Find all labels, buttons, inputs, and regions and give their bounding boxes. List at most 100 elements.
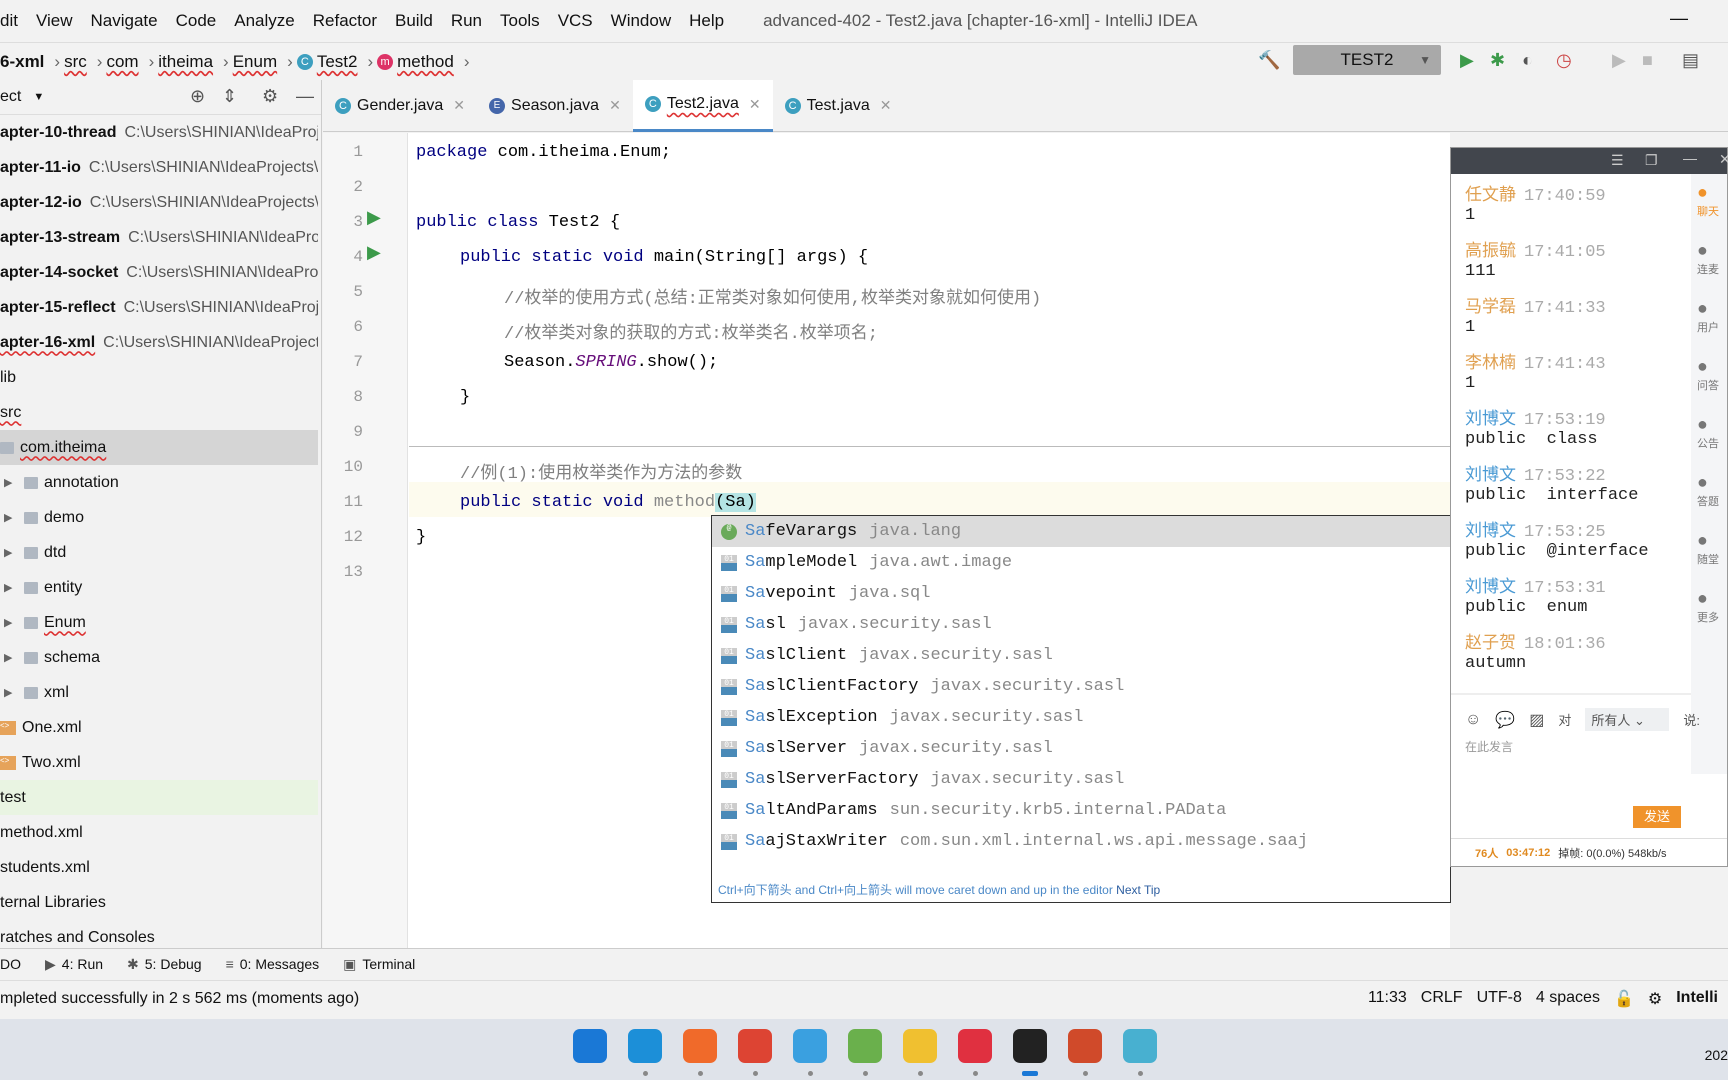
- powerpoint-icon[interactable]: [1068, 1029, 1102, 1063]
- minimize-window-icon[interactable]: —: [1670, 8, 1688, 29]
- minimize-icon[interactable]: —: [296, 86, 314, 107]
- menu-build[interactable]: Build: [386, 11, 442, 31]
- tree-item[interactable]: ▶ demo: [0, 500, 318, 535]
- menu-navigate[interactable]: Navigate: [82, 11, 167, 31]
- tree-item[interactable]: apter-10-thread C:\Users\SHINIAN\IdeaProj: [0, 115, 318, 150]
- menu-code[interactable]: Code: [167, 11, 226, 31]
- expand-arrow-icon[interactable]: ▶: [4, 546, 18, 559]
- tree-item[interactable]: src: [0, 395, 318, 430]
- expand-arrow-icon[interactable]: ▶: [4, 616, 18, 629]
- menu-window[interactable]: Window: [602, 11, 680, 31]
- menu-help[interactable]: Help: [680, 11, 733, 31]
- project-structure-icon[interactable]: ▤: [1682, 50, 1699, 71]
- expand-arrow-icon[interactable]: ▶: [4, 581, 18, 594]
- coverage-icon[interactable]: ◐: [1522, 50, 1533, 71]
- profile-icon[interactable]: ◷: [1556, 50, 1572, 71]
- chat-side-7[interactable]: ● 更多: [1697, 588, 1727, 625]
- run-class-icon[interactable]: ▶: [367, 207, 381, 228]
- minimize-icon[interactable]: —: [1683, 150, 1697, 166]
- indent[interactable]: 4 spaces: [1536, 989, 1600, 1009]
- menu-tools[interactable]: Tools: [491, 11, 549, 31]
- stop-icon[interactable]: ■: [1642, 50, 1653, 71]
- menu-dit[interactable]: dit: [0, 11, 27, 31]
- image-icon[interactable]: ▨: [1529, 710, 1544, 730]
- chat-side-2[interactable]: ● 用户: [1697, 298, 1727, 335]
- completion-item[interactable]: 01 Sa slClient javax.security.sasl: [712, 640, 1450, 671]
- menu-analyze[interactable]: Analyze: [225, 11, 303, 31]
- toolwindow-1[interactable]: ▶ 4: Run: [45, 956, 103, 973]
- breadcrumb-item[interactable]: itheima: [158, 52, 213, 72]
- tab-season-java[interactable]: E Season.java ✕: [477, 80, 633, 132]
- firefox-icon[interactable]: [683, 1029, 717, 1063]
- completion-item[interactable]: 01 Sa ltAndParams sun.security.krb5.interna…: [712, 795, 1450, 826]
- line-separator[interactable]: CRLF: [1421, 989, 1463, 1009]
- chevron-down-icon[interactable]: ▼: [33, 91, 44, 103]
- expand-arrow-icon[interactable]: ▶: [4, 511, 18, 524]
- lock-icon[interactable]: 🔓: [1614, 989, 1634, 1009]
- menu-icon[interactable]: ☰: [1611, 152, 1624, 169]
- menu-refactor[interactable]: Refactor: [304, 11, 386, 31]
- resume-icon[interactable]: ▶: [1612, 50, 1626, 71]
- chat-side-3[interactable]: ● 问答: [1697, 356, 1727, 393]
- breadcrumb-item[interactable]: com: [106, 52, 138, 72]
- tree-item[interactable]: ▶ dtd: [0, 535, 318, 570]
- expand-arrow-icon[interactable]: ▶: [4, 686, 18, 699]
- run-icon[interactable]: ▶: [1460, 50, 1474, 71]
- xmind-icon[interactable]: [958, 1029, 992, 1063]
- tree-item[interactable]: test: [0, 780, 318, 815]
- close-tab-icon[interactable]: ✕: [453, 97, 465, 114]
- build-icon[interactable]: 🔨: [1258, 50, 1280, 71]
- locate-icon[interactable]: ⊕: [190, 86, 205, 107]
- toolwindow-4[interactable]: ▣ Terminal: [343, 956, 415, 973]
- explorer-icon[interactable]: [903, 1029, 937, 1063]
- menu-view[interactable]: View: [27, 11, 82, 31]
- chat-input[interactable]: 在此发言: [1465, 738, 1513, 755]
- tree-item[interactable]: ▶ schema: [0, 640, 318, 675]
- chat-side-5[interactable]: ● 答题: [1697, 472, 1727, 509]
- completion-item[interactable]: 01 Sa slServerFactory javax.security.sasl: [712, 764, 1450, 795]
- breadcrumb-item[interactable]: 6-xml: [0, 52, 44, 72]
- next-tip-link[interactable]: Next Tip: [1116, 883, 1160, 897]
- chat-side-6[interactable]: ● 随堂: [1697, 530, 1727, 567]
- tree-item[interactable]: com.itheima: [0, 430, 318, 465]
- completion-item[interactable]: 01 Sa sl javax.security.sasl: [712, 609, 1450, 640]
- completion-item[interactable]: 01 Sa slServer javax.security.sasl: [712, 733, 1450, 764]
- caret-position[interactable]: 11:33: [1368, 989, 1407, 1009]
- tab-test-java[interactable]: C Test.java ✕: [773, 80, 904, 132]
- notepad-icon[interactable]: [848, 1029, 882, 1063]
- expand-arrow-icon[interactable]: ▶: [4, 476, 18, 489]
- run-config-select[interactable]: TEST2 ▼: [1293, 45, 1441, 75]
- tree-item[interactable]: lib: [0, 360, 318, 395]
- tree-item[interactable]: apter-12-io C:\Users\SHINIAN\IdeaProjects…: [0, 185, 318, 220]
- toolwindow-3[interactable]: ≡ 0: Messages: [226, 956, 320, 972]
- encoding[interactable]: UTF-8: [1477, 989, 1522, 1009]
- recipient-select[interactable]: 所有人 ⌄: [1585, 708, 1670, 731]
- project-view-label[interactable]: ect: [0, 88, 21, 106]
- close-icon[interactable]: ✕: [1719, 151, 1728, 168]
- completion-item[interactable]: 01 Sa ajStaxWriter com.sun.xml.internal.ws.…: [712, 826, 1450, 857]
- app2-icon[interactable]: [1123, 1029, 1157, 1063]
- chat-side-0[interactable]: ● 聊天: [1697, 182, 1727, 219]
- emoji-icon[interactable]: ☺: [1465, 711, 1481, 729]
- close-tab-icon[interactable]: ✕: [609, 97, 621, 114]
- tree-item[interactable]: ▶ annotation: [0, 465, 318, 500]
- debug-icon[interactable]: ✱: [1490, 50, 1505, 71]
- event-log-icon[interactable]: ⚙: [1648, 989, 1662, 1009]
- completion-item[interactable]: 01 Sa slException javax.security.sasl: [712, 702, 1450, 733]
- completion-item[interactable]: 01 Sa vepoint java.sql: [712, 578, 1450, 609]
- tree-item[interactable]: apter-15-reflect C:\Users\SHINIAN\IdeaPro…: [0, 290, 318, 325]
- breadcrumb-item[interactable]: C Test2: [296, 52, 357, 72]
- toolwindow-2[interactable]: ✱ 5: Debug: [127, 956, 202, 973]
- intellij-icon[interactable]: [1013, 1029, 1047, 1063]
- breadcrumb-item[interactable]: m method: [377, 52, 454, 72]
- completion-item[interactable]: @ Sa feVarargs java.lang: [712, 516, 1450, 547]
- completion-item[interactable]: 01 Sa slClientFactory javax.security.sasl: [712, 671, 1450, 702]
- tab-gender-java[interactable]: C Gender.java ✕: [323, 80, 477, 132]
- tree-item[interactable]: apter-11-io C:\Users\SHINIAN\IdeaProjects…: [0, 150, 318, 185]
- gear-icon[interactable]: ⚙: [262, 86, 278, 107]
- close-tab-icon[interactable]: ✕: [749, 96, 761, 113]
- run-main-icon[interactable]: ▶: [367, 242, 381, 263]
- collapse-all-icon[interactable]: ⇕: [222, 86, 237, 107]
- tree-item[interactable]: method.xml: [0, 815, 318, 850]
- tree-item[interactable]: ▶ xml: [0, 675, 318, 710]
